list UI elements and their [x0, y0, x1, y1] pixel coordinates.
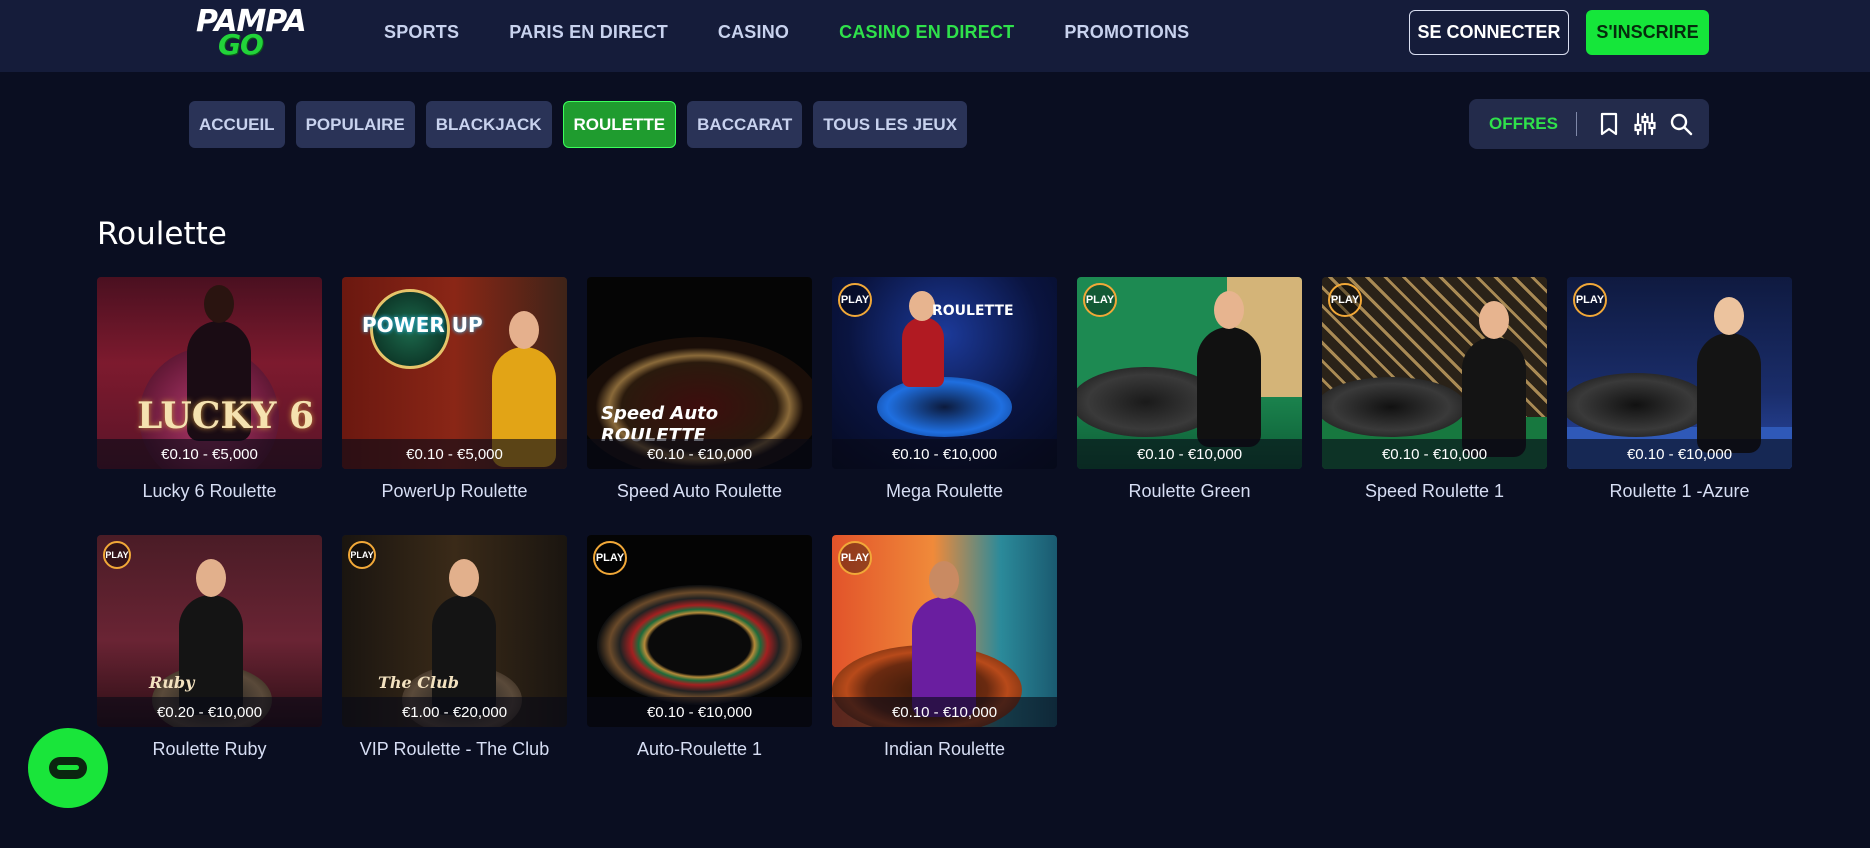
tab-blackjack[interactable]: BLACKJACK — [425, 101, 552, 148]
game-title[interactable]: Mega Roulette — [832, 481, 1057, 502]
game-thumbnail: PLAY €0.10 - €10,000 — [1322, 277, 1547, 469]
game-thumbnail: The Club PLAY €1.00 - €20,000 — [342, 535, 567, 727]
game-art-label: POWER UP — [362, 313, 483, 337]
nav-casino[interactable]: CASINO — [718, 22, 789, 43]
game-art-label: Ruby — [149, 673, 195, 692]
section-title: Roulette — [97, 216, 227, 252]
game-title[interactable]: Roulette Ruby — [97, 739, 322, 760]
search-icon[interactable] — [1669, 112, 1693, 136]
tab-home[interactable]: ACCUEIL — [189, 101, 285, 148]
game-card-speed-auto-roulette[interactable]: Speed Auto ROULETTE €0.10 - €10,000 Spee… — [587, 277, 812, 522]
top-navigation-bar: PAMPA GO SPORTS PARIS EN DIRECT CASINO C… — [0, 0, 1870, 72]
bet-limits: €0.10 - €10,000 — [587, 697, 812, 727]
play-badge: PLAY — [348, 541, 376, 569]
game-card-speed-roulette-1[interactable]: PLAY €0.10 - €10,000 Speed Roulette 1 — [1322, 277, 1547, 522]
game-card-roulette-ruby[interactable]: Ruby PLAY €0.20 - €10,000 Roulette Ruby — [97, 535, 322, 780]
filter-sliders-icon[interactable] — [1633, 112, 1657, 136]
bet-limits: €0.10 - €10,000 — [1322, 439, 1547, 469]
main-nav: SPORTS PARIS EN DIRECT CASINO CASINO EN … — [384, 0, 1239, 64]
tab-all-games[interactable]: TOUS LES JEUX — [813, 101, 968, 148]
game-card-lucky-6-roulette[interactable]: LUCKY 6 €0.10 - €5,000 Lucky 6 Roulette — [97, 277, 322, 522]
game-thumbnail: Ruby PLAY €0.20 - €10,000 — [97, 535, 322, 727]
game-title[interactable]: Speed Roulette 1 — [1322, 481, 1547, 502]
bookmark-icon[interactable] — [1597, 112, 1621, 136]
game-card-roulette-1-azure[interactable]: PLAY €0.10 - €10,000 Roulette 1 -Azure — [1567, 277, 1792, 522]
bet-limits: €1.00 - €20,000 — [342, 697, 567, 727]
divider — [1575, 112, 1577, 136]
pampago-logo[interactable]: PAMPA GO — [196, 0, 307, 64]
category-tabs: ACCUEIL POPULAIRE BLACKJACK ROULETTE BAC… — [189, 101, 978, 148]
bet-limits: €0.10 - €10,000 — [1077, 439, 1302, 469]
game-title[interactable]: Lucky 6 Roulette — [97, 481, 322, 502]
bet-limits: €0.10 - €5,000 — [342, 439, 567, 469]
nav-live-betting[interactable]: PARIS EN DIRECT — [509, 22, 668, 43]
nav-promotions[interactable]: PROMOTIONS — [1064, 22, 1189, 43]
game-card-mega-roulette[interactable]: ROULETTE PLAY €0.10 - €10,000 Mega Roule… — [832, 277, 1057, 522]
game-thumbnail: ROULETTE PLAY €0.10 - €10,000 — [832, 277, 1057, 469]
bet-limits: €0.10 - €10,000 — [1567, 439, 1792, 469]
tab-baccarat[interactable]: BACCARAT — [687, 101, 803, 148]
play-badge: PLAY — [838, 283, 872, 317]
tools-bar: OFFRES — [1469, 99, 1709, 149]
play-badge: PLAY — [103, 541, 131, 569]
game-title[interactable]: VIP Roulette - The Club — [342, 739, 567, 760]
game-title[interactable]: Roulette 1 -Azure — [1567, 481, 1792, 502]
game-thumbnail: Speed Auto ROULETTE €0.10 - €10,000 — [587, 277, 812, 469]
game-card-roulette-green[interactable]: PLAY €0.10 - €10,000 Roulette Green — [1077, 277, 1302, 522]
game-title[interactable]: Speed Auto Roulette — [587, 481, 812, 502]
nav-live-casino[interactable]: CASINO EN DIRECT — [839, 22, 1014, 43]
game-title[interactable]: Indian Roulette — [832, 739, 1057, 760]
game-thumbnail: PLAY €0.10 - €10,000 — [587, 535, 812, 727]
login-button[interactable]: SE CONNECTER — [1409, 10, 1569, 55]
game-card-powerup-roulette[interactable]: POWER UP €0.10 - €5,000 PowerUp Roulette — [342, 277, 567, 522]
game-art-label: The Club — [378, 673, 459, 692]
nav-sports[interactable]: SPORTS — [384, 22, 459, 43]
bet-limits: €0.10 - €10,000 — [832, 697, 1057, 727]
play-badge: PLAY — [838, 541, 872, 575]
chat-icon — [49, 757, 87, 779]
play-badge: PLAY — [1083, 283, 1117, 317]
signup-button[interactable]: S'INSCRIRE — [1586, 10, 1709, 55]
game-card-auto-roulette-1[interactable]: PLAY €0.10 - €10,000 Auto-Roulette 1 — [587, 535, 812, 780]
game-art-label: ROULETTE — [932, 303, 1014, 319]
game-thumbnail: LUCKY 6 €0.10 - €5,000 — [97, 277, 322, 469]
play-badge: PLAY — [1328, 283, 1362, 317]
game-title[interactable]: Auto-Roulette 1 — [587, 739, 812, 760]
play-badge: PLAY — [593, 541, 627, 575]
game-art-label: LUCKY 6 — [137, 395, 314, 437]
bet-limits: €0.20 - €10,000 — [97, 697, 322, 727]
game-title[interactable]: Roulette Green — [1077, 481, 1302, 502]
game-thumbnail: PLAY €0.10 - €10,000 — [1567, 277, 1792, 469]
game-thumbnail: PLAY €0.10 - €10,000 — [1077, 277, 1302, 469]
tab-roulette[interactable]: ROULETTE — [562, 101, 677, 148]
game-title[interactable]: PowerUp Roulette — [342, 481, 567, 502]
chat-button[interactable] — [28, 728, 108, 808]
game-card-indian-roulette[interactable]: PLAY €0.10 - €10,000 Indian Roulette — [832, 535, 1057, 780]
logo-text-bottom: GO — [218, 28, 264, 61]
game-card-vip-roulette-the-club[interactable]: The Club PLAY €1.00 - €20,000 VIP Roulet… — [342, 535, 567, 780]
offers-link[interactable]: OFFRES — [1489, 114, 1558, 134]
bet-limits: €0.10 - €10,000 — [587, 439, 812, 469]
play-badge: PLAY — [1573, 283, 1607, 317]
game-thumbnail: PLAY €0.10 - €10,000 — [832, 535, 1057, 727]
bet-limits: €0.10 - €5,000 — [97, 439, 322, 469]
game-thumbnail: POWER UP €0.10 - €5,000 — [342, 277, 567, 469]
bet-limits: €0.10 - €10,000 — [832, 439, 1057, 469]
tab-popular[interactable]: POPULAIRE — [295, 101, 415, 148]
